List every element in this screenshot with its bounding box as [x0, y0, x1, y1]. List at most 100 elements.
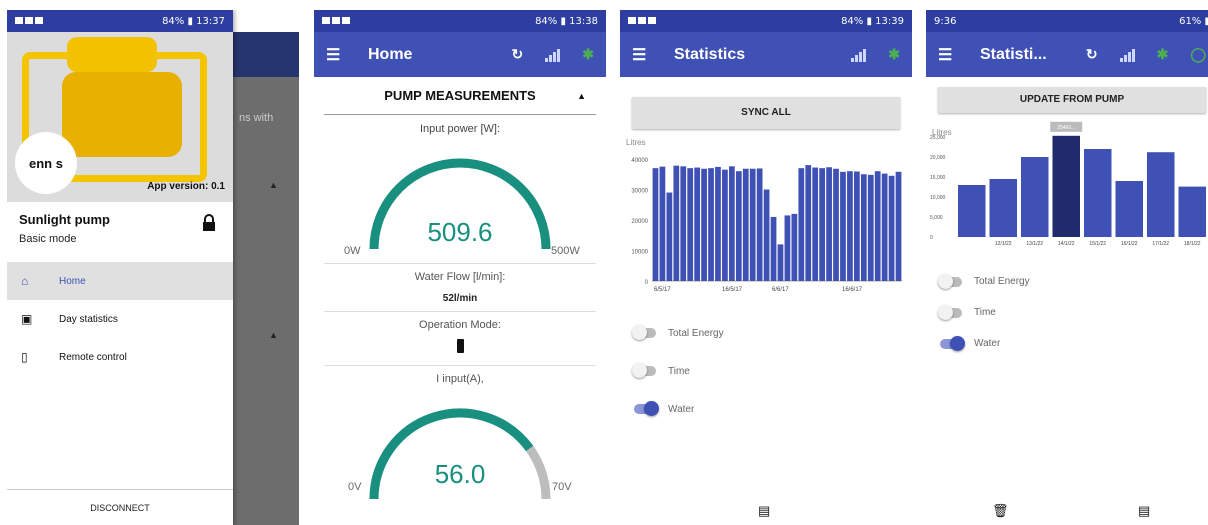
bar	[853, 171, 860, 281]
water-flow-row: Water Flow [l/min]: 52l/min	[324, 263, 596, 311]
disconnect-button[interactable]: DISCONNECT	[7, 489, 233, 525]
list-icon[interactable]: ▤	[758, 503, 770, 519]
x-tick-label: 12/1/22	[995, 241, 1012, 247]
nav-item-day-statistics[interactable]: ▣ Day statistics	[7, 300, 233, 338]
bar	[847, 171, 853, 281]
bar	[1115, 181, 1143, 237]
clock: 9:36	[934, 15, 957, 27]
ennos-logo: enn s	[15, 132, 77, 194]
nav-label: Remote control	[59, 351, 127, 363]
bar	[833, 168, 839, 281]
bar	[652, 168, 659, 281]
bar	[798, 168, 805, 281]
bar	[694, 167, 701, 281]
toggle-total-energy[interactable]: Total Energy	[620, 314, 912, 352]
refresh-icon[interactable]: ↻	[512, 46, 524, 63]
y-tick-label: 20000	[631, 219, 648, 225]
delete-icon[interactable]: 🗑	[992, 503, 1009, 519]
input-power-value: 509.6	[427, 217, 493, 247]
toggle-total-energy[interactable]: Total Energy	[926, 266, 1208, 297]
home-icon: ⌂	[21, 274, 29, 288]
bluetooth-icon[interactable]: ✱	[888, 46, 900, 63]
bar	[1147, 152, 1175, 237]
toggle-label: Water	[668, 403, 695, 415]
status-bar: 84% ▮ 13:38	[314, 10, 606, 32]
toggle-label: Time	[974, 307, 996, 318]
toggle-time[interactable]: Time	[926, 297, 1208, 328]
bar	[666, 192, 673, 281]
pump-mode: Basic mode	[19, 233, 77, 245]
lock-icon[interactable]	[203, 214, 215, 231]
bar	[888, 175, 895, 281]
dimmed-background[interactable]: ns with ▲ ▲	[233, 32, 299, 525]
chart-svg: Litres 0 10000 20000 30000 40000 6/5/17 16/5/17…	[626, 138, 902, 293]
app-bar: ☰ Statistics ✱	[620, 32, 912, 77]
bar	[1178, 186, 1206, 237]
list-icon[interactable]: ▤	[1138, 503, 1150, 519]
bar	[722, 169, 728, 281]
caret-up-icon: ▲	[269, 180, 278, 190]
remote-icon: ▯	[21, 350, 28, 364]
y-tick-label: 15,000	[930, 175, 946, 181]
input-power-label: Input power [W]:	[419, 123, 501, 135]
bar	[895, 171, 902, 281]
i-input-row: I input(A),	[324, 365, 596, 385]
appbar-title: Statistics	[674, 45, 746, 63]
bar	[680, 166, 687, 281]
bar	[777, 244, 784, 281]
menu-icon[interactable]: ☰	[938, 45, 968, 65]
section-header[interactable]: PUMP MEASUREMENTS ▲	[324, 77, 596, 115]
signal-icon	[545, 48, 561, 62]
toggle-label: Total Energy	[668, 327, 724, 339]
bar	[958, 185, 986, 237]
caret-up-icon[interactable]: ▲	[577, 91, 586, 101]
section-title: PUMP MEASUREMENTS	[384, 88, 536, 103]
pump-info: Sunlight pump Basic mode	[7, 202, 233, 262]
y-tick-label: 0	[930, 235, 933, 241]
bar	[1084, 149, 1112, 237]
x-tick-label: 6/5/17	[654, 287, 671, 293]
update-from-pump-button[interactable]: UPDATE FROM PUMP	[938, 87, 1206, 113]
pump-name: Sunlight pump	[19, 212, 110, 227]
x-tick-label: 16/1/22	[1121, 241, 1138, 247]
y-tick-label: 10,000	[930, 195, 946, 201]
toggle-water[interactable]: Water	[620, 390, 912, 428]
dimmed-appbar	[233, 32, 299, 77]
bar	[756, 168, 763, 281]
screen-drawer: ns with ▲ ▲ 84% ▮ 13:37 enn s App versio…	[7, 10, 299, 525]
x-tick-label: 18/1/22	[1184, 241, 1201, 247]
sync-all-button[interactable]: SYNC ALL	[632, 97, 900, 129]
refresh-icon[interactable]: ↻	[1086, 46, 1098, 63]
operation-mode-row: Operation Mode:	[324, 311, 596, 365]
pump-image: enn s App version: 0.1	[7, 32, 233, 202]
bar	[659, 166, 666, 281]
background-text: ns with	[239, 112, 274, 124]
y-tick-label: 5,000	[930, 215, 943, 221]
menu-icon[interactable]: ☰	[632, 45, 662, 65]
bar	[687, 168, 694, 281]
operation-mode-label: Operation Mode:	[419, 319, 501, 331]
toggle-time[interactable]: Time	[620, 352, 912, 390]
y-tick-label: 10000	[631, 250, 648, 256]
bluetooth-icon[interactable]: ✱	[1157, 46, 1169, 63]
bar	[770, 216, 777, 281]
x-tick-label: 16/5/17	[722, 287, 743, 293]
nav-item-home[interactable]: ⌂ Home	[7, 262, 233, 300]
bluetooth-icon[interactable]: ✱	[582, 46, 594, 63]
bar	[1021, 157, 1049, 237]
gauge-svg	[369, 408, 551, 500]
i-input-gauge: 56.0 0V 70V	[314, 385, 606, 513]
water-flow-value: 52l/min	[442, 293, 478, 304]
x-tick-label: 17/1/22	[1152, 241, 1169, 247]
x-tick-label: 16/6/17	[842, 287, 863, 293]
toggle-water[interactable]: Water	[926, 328, 1208, 359]
bar	[728, 166, 735, 281]
nav-item-remote-control[interactable]: ▯ Remote control	[7, 338, 233, 376]
menu-icon[interactable]: ☰	[326, 45, 356, 65]
battery-text: 84%	[841, 15, 864, 27]
x-tick-label: 14/1/22	[1058, 241, 1075, 247]
screen-statistics-daily: 9:36 61% ▮ ☰ Statisti... ↻ ✱ ◯ UPDATE FR…	[926, 10, 1208, 525]
bar	[812, 167, 819, 281]
y-tick-label: 40000	[631, 158, 648, 164]
bar	[860, 174, 867, 281]
